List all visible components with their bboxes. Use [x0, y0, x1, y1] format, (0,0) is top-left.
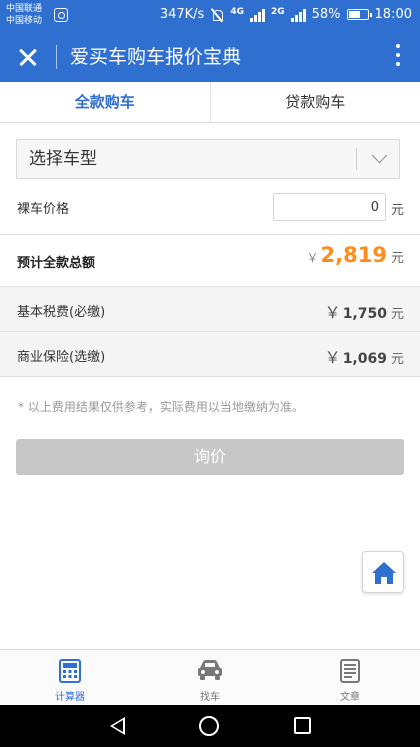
- fee-amount: 1,750: [342, 306, 387, 322]
- back-icon[interactable]: [110, 717, 125, 735]
- total-amount: 2,819: [320, 243, 387, 267]
- fee-label: 商业保险(选缴): [17, 350, 106, 365]
- fee-row-basic-tax: 基本税费(必缴) ￥ 1,750 元: [0, 287, 420, 331]
- page-title: 爱买车购车报价宝典: [70, 46, 242, 68]
- article-icon: [340, 659, 360, 683]
- nav-label: 找车: [200, 692, 220, 703]
- total-unit: 元: [390, 251, 404, 266]
- inquiry-button[interactable]: 询价: [16, 439, 404, 475]
- nav-label: 计算器: [55, 692, 85, 703]
- home-icon: [372, 562, 396, 584]
- clock: 18:00: [374, 7, 412, 22]
- status-bar: 中国联通 中国移动 347K/s 4G 2G 58% 18:00: [0, 0, 420, 32]
- recent-apps-icon[interactable]: [294, 717, 311, 734]
- system-nav-bar: [0, 705, 420, 747]
- battery-percent: 58%: [311, 7, 341, 22]
- divider: [0, 376, 420, 377]
- fee-label: 基本税费(必缴): [17, 305, 106, 320]
- total-amount-group: ￥ 2,819 元: [307, 243, 404, 267]
- nav-label: 文章: [340, 692, 360, 703]
- fee-currency: ￥: [324, 348, 341, 367]
- signal-icon-2: [290, 8, 306, 22]
- nav-item-articles[interactable]: 文章: [280, 650, 420, 705]
- more-options-icon[interactable]: [394, 44, 402, 70]
- fee-value: ￥ 1,750 元: [325, 299, 404, 323]
- tab-full-payment[interactable]: 全款购车: [0, 82, 210, 122]
- calculator-icon: [59, 659, 81, 683]
- total-label: 预计全款总额: [17, 256, 96, 271]
- notification-app-icon: [54, 8, 68, 22]
- divider: [0, 234, 420, 235]
- car-icon: [198, 660, 222, 680]
- network-speed: 347K/s: [159, 7, 205, 22]
- tab-loan[interactable]: 贷款购车: [209, 82, 420, 122]
- fee-unit: 元: [390, 307, 404, 322]
- fee-unit: 元: [390, 352, 404, 367]
- total-currency: ￥: [306, 251, 319, 265]
- fee-currency: ￥: [324, 303, 341, 322]
- bare-price-label: 裸车价格: [17, 202, 70, 217]
- disclaimer-note: * 以上费用结果仅供参考，实际费用以当地缴纳为准。: [18, 400, 304, 414]
- bottom-nav: 计算器 找车 文章: [0, 649, 420, 705]
- chevron-down-icon: [371, 147, 388, 164]
- nav-item-calculator[interactable]: 计算器: [0, 650, 140, 705]
- fee-amount: 1,069: [342, 351, 387, 367]
- home-button[interactable]: [362, 551, 404, 593]
- appbar-divider: [56, 45, 57, 69]
- mute-icon: [210, 8, 224, 22]
- close-icon[interactable]: [12, 41, 44, 73]
- bare-price-input[interactable]: [273, 193, 386, 221]
- fee-row-insurance: 商业保险(选缴) ￥ 1,069 元: [0, 332, 420, 376]
- carrier-info: 中国联通 中国移动: [6, 3, 42, 27]
- fee-value: ￥ 1,069 元: [325, 344, 404, 368]
- home-circle-icon[interactable]: [199, 716, 219, 736]
- bare-price-unit: 元: [391, 203, 405, 218]
- carrier-1: 中国联通: [6, 4, 43, 14]
- purchase-tabs: 全款购车 贷款购车: [0, 82, 420, 123]
- select-divider: [356, 148, 357, 170]
- nav-item-find-car[interactable]: 找车: [140, 650, 280, 705]
- car-model-select[interactable]: 选择车型: [16, 139, 400, 179]
- network-type-1: 4G: [230, 6, 244, 17]
- network-type-2: 2G: [270, 6, 285, 17]
- car-model-select-value: 选择车型: [29, 149, 97, 169]
- carrier-2: 中国移动: [6, 16, 43, 26]
- app-bar: 爱买车购车报价宝典: [0, 32, 420, 82]
- battery-icon: [346, 9, 372, 20]
- status-right: 347K/s 4G 2G 58% 18:00: [159, 6, 412, 23]
- signal-icon-1: [249, 8, 265, 22]
